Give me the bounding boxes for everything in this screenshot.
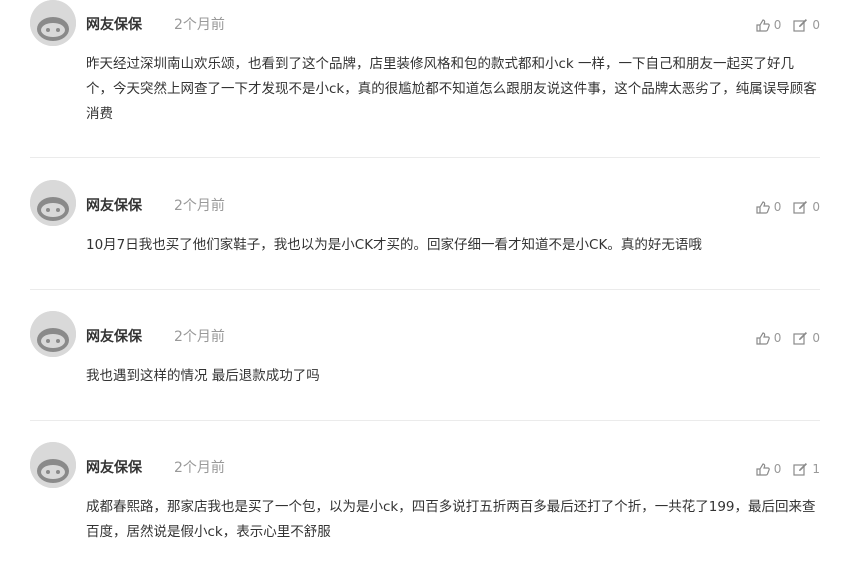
comment-actions: 0 0 [756,331,820,345]
reply-count: 0 [812,200,820,214]
comment-author[interactable]: 网友保保 [86,16,142,34]
thumbs-up-icon [756,462,770,476]
comment-author[interactable]: 网友保保 [86,328,142,346]
thumbs-up-icon [756,18,770,32]
reply-button[interactable]: 0 [793,331,820,345]
comment-text: 昨天经过深圳南山欢乐颂，也看到了这个品牌，店里装修风格和包的款式都和小ck 一样… [86,56,817,122]
comment-time: 2个月前 [174,198,225,214]
reply-button[interactable]: 0 [793,200,820,214]
comment-actions: 0 0 [756,200,820,214]
like-count: 0 [773,331,782,345]
comment-author[interactable]: 网友保保 [86,197,142,215]
reply-count: 1 [812,462,820,476]
thumbs-up-icon [756,200,770,214]
like-count: 0 [773,462,782,476]
default-avatar-icon[interactable] [30,311,76,357]
reply-count: 0 [812,331,820,345]
like-count: 0 [773,200,782,214]
comment-author[interactable]: 网友保保 [86,459,142,477]
edit-reply-icon [793,462,808,476]
default-avatar-icon[interactable] [30,0,76,46]
comment-time: 2个月前 [174,329,225,345]
divider [30,157,820,158]
divider [30,289,820,290]
like-button[interactable]: 0 [756,200,782,214]
thumbs-up-icon [756,331,770,345]
comment-actions: 0 1 [756,462,820,476]
comment-text: 10月7日我也买了他们家鞋子，我也以为是小CK才买的。回家仔细一看才知道不是小C… [86,237,702,253]
comment-text: 我也遇到这样的情况 最后退款成功了吗 [86,368,320,384]
comment-list: 网友保保 2个月前 0 0 昨天经过深圳南山欢乐颂，也看到了这个品牌，店里装修风… [0,0,853,569]
default-avatar-icon[interactable] [30,442,76,488]
edit-reply-icon [793,18,808,32]
like-button[interactable]: 0 [756,18,782,32]
reply-count: 0 [812,18,820,32]
divider [30,420,820,421]
edit-reply-icon [793,200,808,214]
like-count: 0 [773,18,782,32]
reply-button[interactable]: 0 [793,18,820,32]
reply-button[interactable]: 1 [793,462,820,476]
comment-time: 2个月前 [174,17,225,33]
edit-reply-icon [793,331,808,345]
comment-text: 成都春熙路，那家店我也是买了一个包，以为是小ck，四百多说打五折两百多最后还打了… [86,499,816,540]
like-button[interactable]: 0 [756,331,782,345]
comment-time: 2个月前 [174,460,225,476]
comment-actions: 0 0 [756,18,820,32]
default-avatar-icon[interactable] [30,180,76,226]
like-button[interactable]: 0 [756,462,782,476]
